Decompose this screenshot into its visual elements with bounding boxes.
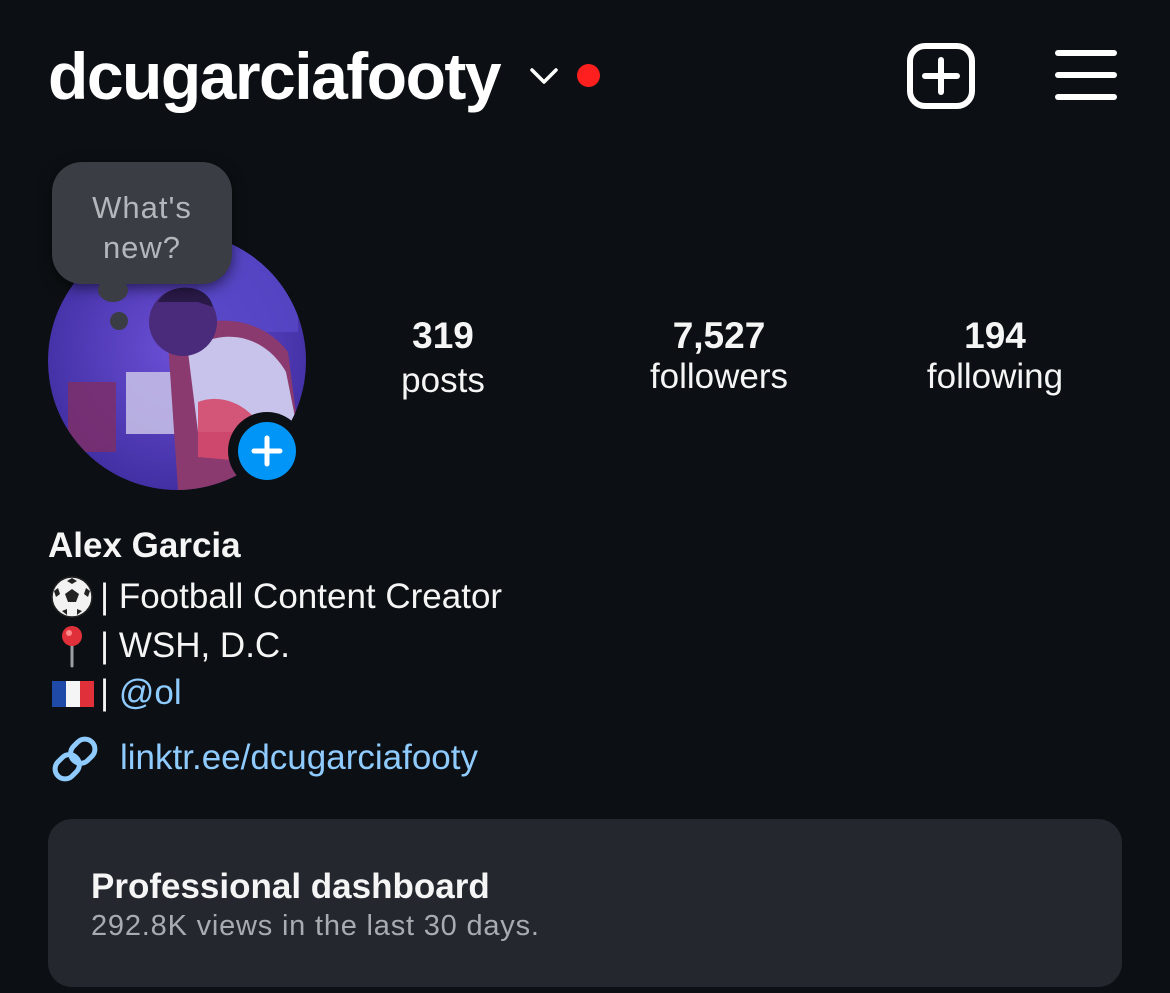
bio-line-mention: | @ol <box>48 671 182 715</box>
bio-line-location: | WSH, D.C. <box>48 624 290 668</box>
stat-posts-value: 319 <box>412 315 474 356</box>
plus-square-icon[interactable] <box>906 42 976 110</box>
pin-icon <box>48 624 100 668</box>
bio-mention-prefix: | <box>100 673 119 712</box>
stat-following-label: following <box>926 357 1064 396</box>
stat-followers[interactable]: 7,527 followers <box>609 313 829 399</box>
professional-dashboard-card[interactable]: Professional dashboard 292.8K views in t… <box>48 819 1122 987</box>
hamburger-menu-icon[interactable] <box>1054 48 1118 102</box>
dashboard-subtitle: 292.8K views in the last 30 days. <box>91 910 540 942</box>
stat-followers-label: followers <box>649 357 789 396</box>
note-bubble[interactable]: What's new? <box>52 162 232 284</box>
add-story-button[interactable] <box>228 412 306 490</box>
note-bubble-tail-dot <box>110 312 128 330</box>
bio-location-text: | WSH, D.C. <box>100 626 290 665</box>
stat-following[interactable]: 194 following <box>885 313 1105 399</box>
username-title[interactable]: dcugarciafooty <box>48 36 502 116</box>
notification-dot <box>577 64 600 87</box>
dashboard-title: Professional dashboard <box>91 867 490 906</box>
soccer-ball-icon <box>48 575 100 619</box>
mention-link[interactable]: @ol <box>119 673 182 712</box>
stat-posts[interactable]: 319 posts <box>333 313 553 403</box>
stat-following-value: 194 <box>964 315 1026 356</box>
plus-icon <box>238 422 296 480</box>
note-bubble-tail <box>98 278 128 302</box>
bio-link-text[interactable]: linktr.ee/dcugarciafooty <box>120 736 478 780</box>
display-name: Alex Garcia <box>48 526 241 565</box>
bio-line-role: | Football Content Creator <box>48 575 502 619</box>
stat-posts-label: posts <box>401 361 485 400</box>
chevron-down-icon[interactable] <box>528 64 560 88</box>
bio-role-text: | Football Content Creator <box>100 577 503 616</box>
stat-followers-value: 7,527 <box>672 315 766 356</box>
note-bubble-text: What's new? <box>92 190 192 265</box>
profile-header: dcugarciafooty <box>0 0 1170 150</box>
france-flag-icon <box>48 671 100 715</box>
link-icon <box>52 736 98 782</box>
